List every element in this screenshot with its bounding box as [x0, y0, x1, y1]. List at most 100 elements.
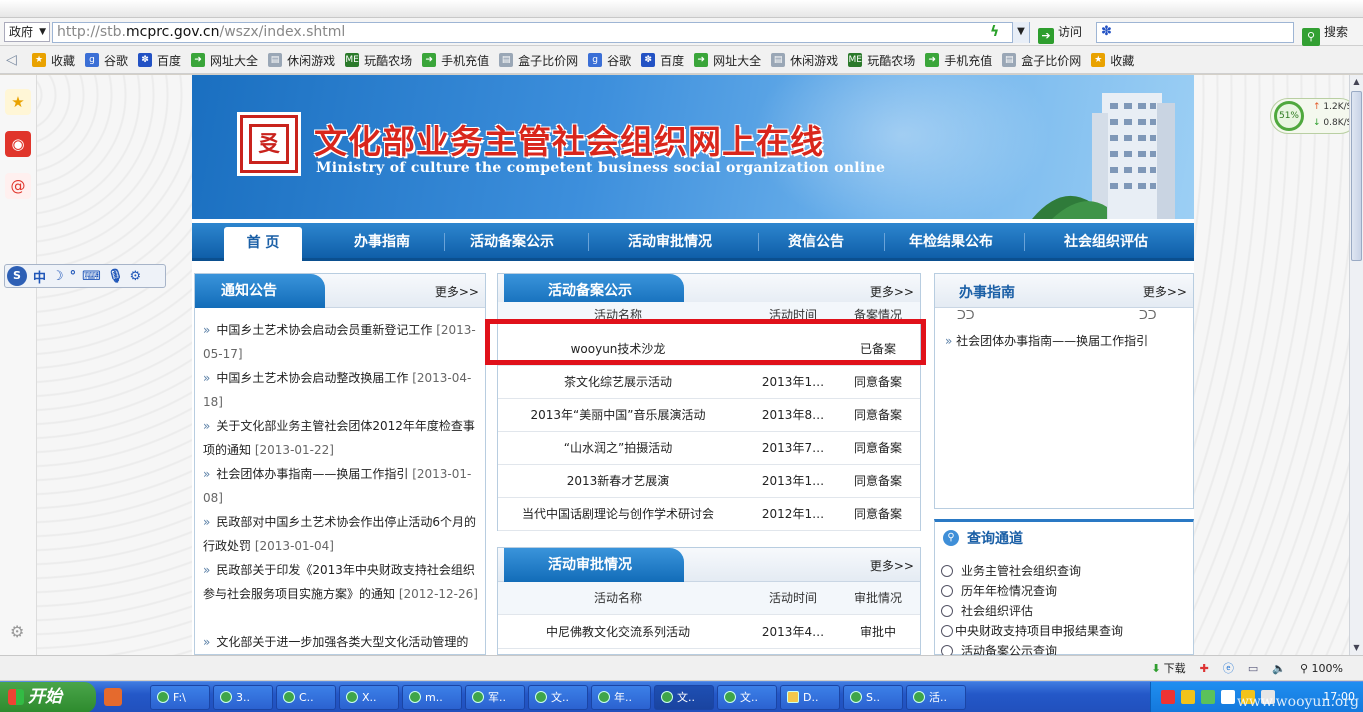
filing-more-link[interactable]: 更多>>: [870, 283, 914, 300]
taskbar-task-button[interactable]: 活..: [906, 685, 966, 710]
taskbar-task-button[interactable]: 文..: [528, 685, 588, 710]
filing-activity-name[interactable]: 当代中国话剧理论与创作学术研讨会: [498, 498, 738, 531]
notice-item[interactable]: » 关于文化部业务主管社会团体2012年年度检查事项的通知 [2013-01-22…: [203, 414, 481, 462]
weibo-icon[interactable]: ◉: [5, 131, 31, 157]
vertical-scrollbar[interactable]: ▲ ▼: [1349, 75, 1363, 655]
query-option[interactable]: 业务主管社会组织查询: [941, 562, 1081, 579]
scroll-down-icon[interactable]: ▼: [1350, 641, 1363, 655]
nav-filing[interactable]: 活动备案公示: [456, 223, 568, 261]
taskbar-task-button[interactable]: 文..: [654, 685, 714, 710]
filing-table-row[interactable]: 茶文化综艺展示活动 2013年1… 同意备案: [498, 366, 920, 399]
ie-icon[interactable]: ⓔ: [1223, 660, 1234, 676]
tray-app-icon[interactable]: [1201, 690, 1215, 704]
filing-table-row[interactable]: “山水润之”拍摄活动 2013年7… 同意备案: [498, 432, 920, 465]
filing-activity-name[interactable]: 2013年“美丽中国”音乐展演活动: [498, 399, 738, 432]
guide-more-link[interactable]: 更多>>: [1143, 283, 1187, 300]
taskbar-task-button[interactable]: 文..: [717, 685, 777, 710]
approval-more-link[interactable]: 更多>>: [870, 557, 914, 574]
filing-table-row[interactable]: 2013新春才艺展演 2013年1… 同意备案: [498, 465, 920, 498]
favorite-item[interactable]: ▤ 休闲游戏: [771, 52, 838, 68]
filing-table-row[interactable]: 2013年“美丽中国”音乐展演活动 2013年8… 同意备案: [498, 399, 920, 432]
approval-table-row[interactable]: 中尼佛教文化交流系列活动 2013年4… 审批中: [498, 616, 920, 649]
favorites-star-icon[interactable]: ★: [5, 89, 31, 115]
go-button[interactable]: ➔ 访问: [1038, 21, 1082, 44]
gov-dropdown[interactable]: 政府 ▼: [4, 22, 50, 42]
url-input[interactable]: http://stb.mcprc.gov.cn/wszx/index.shtml: [52, 22, 1030, 43]
mail-icon[interactable]: @: [5, 173, 31, 199]
url-dropdown-button[interactable]: ▼: [1012, 22, 1029, 43]
notice-item[interactable]: » 中国乡土艺术协会启动整改换届工作 [2013-04-18]: [203, 366, 481, 414]
taskbar-task-button[interactable]: 3..: [213, 685, 273, 710]
tray-app-icon[interactable]: [1181, 690, 1195, 704]
zoom-control[interactable]: ⚲ 100%: [1300, 662, 1343, 675]
approval-activity-name[interactable]: 中尼佛教文化交流系列活动: [498, 616, 738, 649]
notice-item[interactable]: » 文化部关于进一步加强各类大型文化活动管理的: [203, 630, 481, 654]
query-option[interactable]: 中央财政支持项目申报结果查询: [941, 622, 1123, 639]
favorite-item[interactable]: ★ 收藏: [1091, 52, 1134, 68]
filing-table-row[interactable]: 当代中国话剧理论与创作学术研讨会 2012年1… 同意备案: [498, 498, 920, 531]
add-icon[interactable]: ✚: [1200, 662, 1209, 675]
favorite-item[interactable]: ★ 收藏: [32, 52, 75, 68]
tray-app-icon[interactable]: [1221, 690, 1235, 704]
filing-activity-name[interactable]: “山水润之”拍摄活动: [498, 432, 738, 465]
half-width-moon-icon[interactable]: ☽: [52, 269, 64, 284]
favorite-item[interactable]: ME 玩酷农场: [345, 52, 412, 68]
download-button[interactable]: ⬇ 下载: [1151, 660, 1185, 676]
collapse-arrow-icon[interactable]: ◁: [6, 52, 17, 68]
microphone-icon[interactable]: 🎙: [107, 269, 124, 284]
taskbar-task-button[interactable]: 军..: [465, 685, 525, 710]
search-button[interactable]: ⚲ 搜索: [1302, 21, 1348, 46]
window-icon[interactable]: ▭: [1248, 662, 1258, 675]
nav-evaluation[interactable]: 社会组织评估: [1044, 223, 1168, 261]
network-speed-widget[interactable]: 51% ↑ 1.2K/S ↓ 0.8K/S: [1270, 98, 1358, 134]
favorite-item[interactable]: ▤ 盒子比价网: [499, 52, 578, 68]
favorite-item[interactable]: ✽ 百度: [138, 52, 181, 68]
notice-item[interactable]: » 社会团体办事指南——换届工作指引 [2013-01-08]: [203, 462, 481, 510]
taskbar-task-button[interactable]: F:\: [150, 685, 210, 710]
filing-activity-name[interactable]: 茶文化综艺展示活动: [498, 366, 738, 399]
tray-app-icon[interactable]: [1161, 690, 1175, 704]
favorite-item[interactable]: ME 玩酷农场: [848, 52, 915, 68]
nav-home[interactable]: 首 页: [224, 227, 302, 261]
lightning-icon[interactable]: ϟ: [990, 24, 999, 40]
notice-item[interactable]: » 民政部关于印发《2013年中央财政支持社会组织参与社会服务项目实施方案》的通知…: [203, 558, 481, 606]
query-option[interactable]: 社会组织评估: [941, 602, 1033, 619]
favorite-item[interactable]: ➜ 手机充值: [422, 52, 489, 68]
radio-button[interactable]: [941, 644, 953, 655]
radio-button[interactable]: [941, 624, 953, 637]
favorite-item[interactable]: ➜ 手机充值: [925, 52, 992, 68]
start-button[interactable]: 开始: [0, 682, 96, 712]
favorite-item[interactable]: g 谷歌: [588, 52, 631, 68]
guide-item[interactable]: » 社会团体办事指南——换届工作指引: [945, 332, 1148, 349]
taskbar-task-button[interactable]: X..: [339, 685, 399, 710]
favorite-item[interactable]: ➜ 网址大全: [694, 52, 761, 68]
favorite-item[interactable]: ✽ 百度: [641, 52, 684, 68]
ime-mode-label[interactable]: 中: [33, 267, 46, 286]
radio-button[interactable]: [941, 564, 953, 577]
notice-item[interactable]: » 中国乡土艺术协会启动会员重新登记工作 [2013-05-17]: [203, 318, 481, 366]
punctuation-icon[interactable]: °: [70, 269, 77, 284]
taskbar-task-button[interactable]: 年..: [591, 685, 651, 710]
quick-launch-app-icon[interactable]: [104, 688, 122, 706]
favorite-item[interactable]: ➜ 网址大全: [191, 52, 258, 68]
query-option[interactable]: 活动备案公示查询: [941, 642, 1057, 655]
radio-button[interactable]: [941, 604, 953, 617]
notice-more-link[interactable]: 更多>>: [435, 283, 479, 300]
scrollbar-thumb[interactable]: [1351, 91, 1362, 261]
taskbar-task-button[interactable]: S..: [843, 685, 903, 710]
taskbar-task-button[interactable]: C..: [276, 685, 336, 710]
query-option[interactable]: 历年年检情况查询: [941, 582, 1057, 599]
nav-annual-check[interactable]: 年检结果公布: [898, 223, 1004, 261]
ime-toolbar[interactable]: S 中 ☽ ° ⌨ 🎙 ⚙: [4, 264, 166, 288]
favorite-item[interactable]: g 谷歌: [85, 52, 128, 68]
scroll-up-icon[interactable]: ▲: [1350, 75, 1363, 89]
taskbar-task-button[interactable]: m..: [402, 685, 462, 710]
settings-gear-icon[interactable]: ⚙: [10, 622, 24, 641]
filing-activity-name[interactable]: 2013新春才艺展演: [498, 465, 738, 498]
nav-guide[interactable]: 办事指南: [338, 223, 426, 261]
radio-button[interactable]: [941, 584, 953, 597]
notice-item[interactable]: » 民政部对中国乡土艺术协会作出停止活动6个月的行政处罚 [2013-01-04]: [203, 510, 481, 558]
taskbar-task-button[interactable]: D..: [780, 685, 840, 710]
favorite-item[interactable]: ▤ 盒子比价网: [1002, 52, 1081, 68]
nav-approval[interactable]: 活动审批情况: [614, 223, 726, 261]
